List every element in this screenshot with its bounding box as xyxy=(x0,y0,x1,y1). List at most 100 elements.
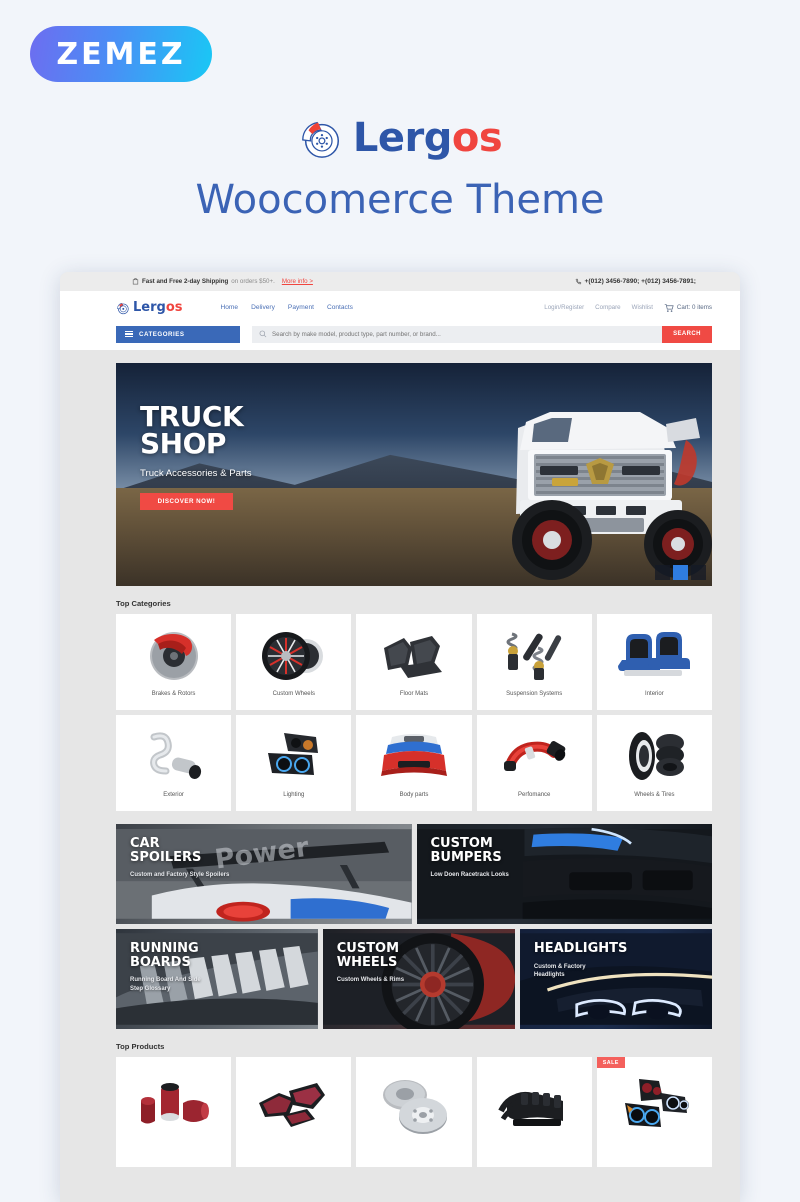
brake-rotor-thumb xyxy=(149,632,198,680)
site-logo[interactable]: Lergos xyxy=(116,300,183,315)
carousel-dot-3[interactable] xyxy=(691,565,706,580)
category-label: Brakes & Rotors xyxy=(151,691,196,697)
promo-text-block: HEADLIGHTS Custom & Factory Headlights xyxy=(534,942,628,980)
promo-title-line1: RUNNING xyxy=(130,941,199,956)
hamburger-menu-icon xyxy=(125,330,133,338)
cart-label: Cart: 0 items xyxy=(676,304,712,311)
promo-banner-custom-bumpers[interactable]: CUSTOM BUMPERS Low Doen Racetrack Looks xyxy=(416,824,712,924)
browser-mockup: Fast and Free 2-day Shipping on orders $… xyxy=(60,272,740,1202)
promo-subtitle-line2: Headlights xyxy=(533,972,565,979)
carousel-dot-2[interactable] xyxy=(673,565,688,580)
promo-title-line1: CAR xyxy=(130,836,160,851)
product-card-headlight-pair[interactable]: SALE xyxy=(596,1057,712,1167)
promo-title-line1: HEADLIGHTS xyxy=(533,941,628,956)
category-card-interior[interactable]: Interior xyxy=(596,614,712,710)
promo-title-line1: CUSTOM xyxy=(430,836,493,851)
promo-title-line2: BUMPERS xyxy=(430,849,502,865)
brake-disc-icon xyxy=(301,121,339,158)
category-label: Custom Wheels xyxy=(272,691,315,697)
phone-block[interactable]: +(012) 3456-7890; +(012) 3456-7891; xyxy=(575,278,696,285)
phone-numbers: +(012) 3456-7890; +(012) 3456-7891; xyxy=(584,278,696,285)
promo-banner-custom-wheels[interactable]: CUSTOM WHEELS Custom Wheels & Rims xyxy=(322,929,515,1029)
brake-disc-icon xyxy=(117,302,129,314)
shipping-box-icon xyxy=(132,278,139,285)
search-field-wrapper[interactable] xyxy=(252,325,662,343)
air-filter-panel-thumb xyxy=(258,1083,325,1127)
hero-text-block: TRUCK SHOP Truck Accessories & Parts DIS… xyxy=(140,400,252,510)
category-card-exterior[interactable]: Exterior xyxy=(116,715,232,811)
category-card-floor-mats[interactable]: Floor Mats xyxy=(356,614,472,710)
site-logo-text: Lergos xyxy=(133,300,183,315)
promo-brand-part2: os xyxy=(451,115,503,161)
top-categories-grid-row2: Exterior Lighting Body parts Perfomance … xyxy=(116,715,712,811)
promo-brand-text: Lergos xyxy=(352,115,503,161)
site-topbar: Fast and Free 2-day Shipping on orders $… xyxy=(60,272,740,291)
promo-brand-part1: Lerg xyxy=(352,115,452,161)
product-card-intake-manifold[interactable] xyxy=(476,1057,592,1167)
nav-item-home[interactable]: Home xyxy=(221,304,239,311)
promo-subtitle: Woocomerce Theme xyxy=(195,177,605,223)
promo-title-line2: WHEELS xyxy=(336,954,398,970)
category-card-perfomance[interactable]: Perfomance xyxy=(476,715,592,811)
search-button[interactable]: SEARCH xyxy=(662,325,712,343)
category-label: Exterior xyxy=(163,792,184,798)
hero-banner[interactable]: TRUCK SHOP Truck Accessories & Parts DIS… xyxy=(116,363,712,586)
promo-text-block: CAR SPOILERS Custom and Factory Style Sp… xyxy=(130,837,229,880)
category-label: Floor Mats xyxy=(399,691,429,697)
hero-title-line2: SHOP xyxy=(140,427,226,461)
category-card-suspension-systems[interactable]: Suspension Systems xyxy=(476,614,592,710)
floor-mat-thumb xyxy=(383,636,442,678)
top-categories-title: Top Categories xyxy=(116,599,171,608)
site-header: Lergos Home Delivery Payment Contacts Lo… xyxy=(60,291,740,350)
categories-button[interactable]: CATEGORIES xyxy=(116,325,240,343)
hero-cta-button[interactable]: DISCOVER NOW! xyxy=(140,492,233,510)
bumper-thumb xyxy=(380,734,447,776)
compare-link[interactable]: Compare xyxy=(595,304,620,311)
promo-subtitle-line1: Running Board And Side xyxy=(130,977,201,984)
category-label: Interior xyxy=(645,691,664,697)
product-card-brake-disc-pair[interactable] xyxy=(356,1057,472,1167)
hero-truck-image xyxy=(512,412,712,580)
suspension-thumb xyxy=(506,632,562,680)
category-card-wheels-tires[interactable]: Wheels & Tires xyxy=(596,715,712,811)
carousel-dot-1[interactable] xyxy=(655,565,670,580)
hero-carousel-dots xyxy=(655,565,706,580)
more-info-link[interactable]: More info > xyxy=(282,278,313,285)
hero-subtitle: Truck Accessories & Parts xyxy=(140,467,252,479)
promo-subtitle-line1: Low Doen Racetrack Looks xyxy=(430,872,509,879)
promo-banner-headlights[interactable]: HEADLIGHTS Custom & Factory Headlights xyxy=(519,929,712,1029)
site-logo-part2: os xyxy=(165,300,183,315)
intake-manifold-thumb xyxy=(498,1091,564,1126)
account-navigation: Login/Register Compare Wishlist Cart: 0 … xyxy=(544,303,712,313)
categories-button-label: CATEGORIES xyxy=(139,330,185,338)
nav-item-delivery[interactable]: Delivery xyxy=(251,304,275,311)
category-label: Lighting xyxy=(283,792,305,798)
nav-item-contacts[interactable]: Contacts xyxy=(327,304,353,311)
promo-banner-car-spoilers[interactable]: Power CAR SPOILERS Custom and Factory St… xyxy=(116,824,412,924)
promo-text-block: CUSTOM WHEELS Custom Wheels & Rims xyxy=(337,942,404,985)
category-card-custom-wheels[interactable]: Custom Wheels xyxy=(236,614,352,710)
headlight-thumb xyxy=(267,733,318,775)
category-card-body-parts[interactable]: Body parts xyxy=(356,715,472,811)
promo-subtitle-line2: Step Glossary xyxy=(130,985,171,992)
login-register-link[interactable]: Login/Register xyxy=(544,304,584,311)
header-main-row: Lergos Home Delivery Payment Contacts Lo… xyxy=(76,291,724,324)
search-input[interactable] xyxy=(272,330,662,338)
brake-disc-pair-thumb xyxy=(382,1080,447,1134)
promo-title-line2: BOARDS xyxy=(130,954,191,970)
front-wheel xyxy=(512,500,592,580)
category-card-lighting[interactable]: Lighting xyxy=(236,715,352,811)
headlight-pair-thumb xyxy=(625,1079,690,1127)
tire-stack-thumb xyxy=(629,732,685,780)
site-content: TRUCK SHOP Truck Accessories & Parts DIS… xyxy=(116,363,712,1167)
promo-banner-running-boards[interactable]: RUNNING BOARDS Running Board And Side St… xyxy=(116,929,318,1029)
promo-subtitle-line1: Custom and Factory Style Spoilers xyxy=(130,872,230,879)
product-card-air-filter-panel[interactable] xyxy=(236,1057,352,1167)
wishlist-link[interactable]: Wishlist xyxy=(632,304,653,311)
hero-title-line1: TRUCK xyxy=(140,400,244,433)
cart-button[interactable]: Cart: 0 items xyxy=(664,303,712,313)
nav-item-payment[interactable]: Payment xyxy=(288,304,314,311)
product-card-air-filter-cone[interactable] xyxy=(116,1057,232,1167)
shopping-cart-icon xyxy=(664,303,674,312)
category-card-brakes-rotors[interactable]: Brakes & Rotors xyxy=(116,614,232,710)
